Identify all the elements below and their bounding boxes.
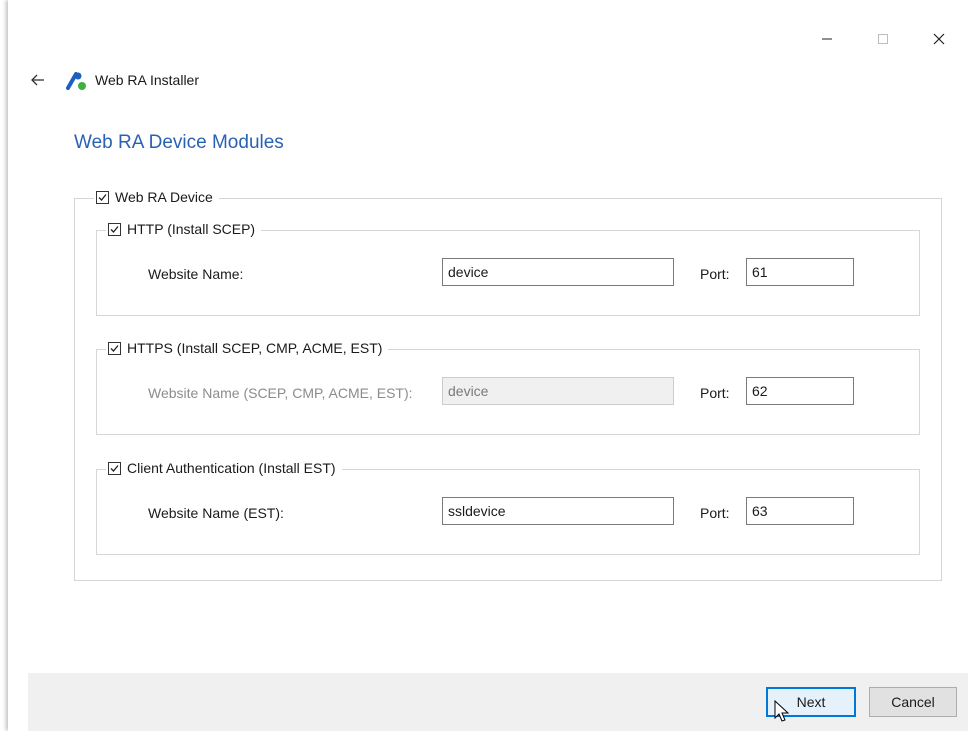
- back-arrow-icon: [31, 74, 44, 86]
- installer-window: Web RA Installer Web RA Device Modules W…: [8, 0, 968, 731]
- client-auth-legend: Client Authentication (Install EST): [106, 460, 342, 476]
- close-button[interactable]: [916, 22, 962, 56]
- checkmark-icon: [110, 344, 119, 352]
- back-button[interactable]: [26, 68, 50, 92]
- maximize-icon: [878, 34, 888, 44]
- http-port-input[interactable]: [746, 258, 854, 286]
- minimize-icon: [822, 38, 832, 40]
- checkmark-icon: [98, 193, 107, 201]
- next-button[interactable]: Next: [766, 687, 856, 717]
- close-icon: [933, 33, 945, 45]
- client-auth-label: Client Authentication (Install EST): [127, 460, 336, 476]
- client-auth-checkbox[interactable]: [108, 461, 121, 475]
- maximize-button[interactable]: [860, 22, 906, 56]
- https-checkbox[interactable]: [108, 341, 121, 355]
- http-label: HTTP (Install SCEP): [127, 221, 256, 237]
- client-auth-port-input[interactable]: [746, 497, 854, 525]
- http-website-name-label: Website Name:: [148, 266, 244, 282]
- web-ra-device-label: Web RA Device: [115, 189, 213, 205]
- checkmark-icon: [110, 464, 119, 472]
- app-logo-icon: [66, 72, 86, 90]
- https-port-label: Port:: [700, 385, 730, 401]
- client-auth-website-name-input[interactable]: [442, 497, 674, 525]
- window-title: Web RA Installer: [95, 72, 200, 88]
- client-auth-port-label: Port:: [700, 505, 730, 521]
- http-port-label: Port:: [700, 266, 730, 282]
- page-title: Web RA Device Modules: [74, 132, 284, 153]
- http-legend: HTTP (Install SCEP): [106, 221, 262, 237]
- client-auth-website-name-label: Website Name (EST):: [148, 505, 284, 521]
- checkmark-icon: [110, 225, 119, 233]
- web-ra-device-legend: Web RA Device: [94, 189, 219, 205]
- http-website-name-input[interactable]: [442, 258, 674, 286]
- https-port-input[interactable]: [746, 377, 854, 405]
- https-label: HTTPS (Install SCEP, CMP, ACME, EST): [127, 340, 383, 356]
- minimize-button[interactable]: [804, 22, 850, 56]
- https-website-name-input: [442, 377, 674, 405]
- http-checkbox[interactable]: [108, 222, 121, 236]
- cancel-button[interactable]: Cancel: [869, 687, 957, 717]
- https-website-name-label: Website Name (SCEP, CMP, ACME, EST):: [148, 385, 413, 401]
- https-legend: HTTPS (Install SCEP, CMP, ACME, EST): [106, 340, 389, 356]
- web-ra-device-checkbox[interactable]: [96, 190, 109, 204]
